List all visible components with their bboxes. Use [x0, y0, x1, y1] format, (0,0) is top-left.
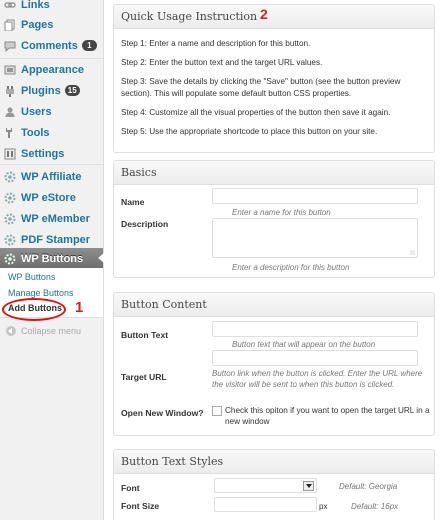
menu-pages-label: Pages	[21, 18, 54, 31]
name-input[interactable]	[212, 188, 418, 204]
description-textarea[interactable]	[212, 218, 418, 258]
menu-comments-label: Comments	[21, 39, 78, 52]
collapse-arrow-icon	[6, 326, 16, 336]
annotation-ellipse	[2, 298, 66, 321]
font-select[interactable]	[214, 478, 317, 493]
menu-wp-emember[interactable]: WP eMember	[0, 208, 103, 229]
quick-usage-panel: Quick Usage Instruction Step 1: Enter a …	[113, 4, 435, 153]
menu-appearance-label: Appearance	[21, 63, 84, 76]
font-size-unit: px	[319, 502, 328, 511]
annotation-marker-1: 1	[75, 299, 84, 316]
menu-wp-estore[interactable]: WP eStore	[0, 187, 103, 208]
menu-appearance[interactable]: Appearance	[0, 59, 103, 80]
font-label: Font	[121, 483, 140, 493]
menu-wp-affiliate-label: WP Affiliate	[21, 170, 82, 183]
plugin-gear-icon	[4, 192, 16, 204]
menu-pages[interactable]: Pages	[0, 14, 103, 35]
comments-icon	[4, 40, 16, 52]
submenu-wp-buttons[interactable]: WP Buttons	[8, 272, 55, 282]
instruction-step: Step 1: Enter a name and description for…	[121, 39, 311, 48]
menu-wp-emember-label: WP eMember	[21, 212, 90, 225]
font-size-default-hint: Default: 16px	[351, 502, 399, 511]
target-url-label: Target URL	[121, 372, 167, 382]
button-text-styles-header: Button Text Styles	[114, 450, 434, 474]
submenu-manage-buttons[interactable]: Manage Buttons	[8, 288, 74, 298]
name-label: Name	[121, 197, 145, 207]
button-text-styles-panel: Button Text Styles Font Default: Georgia…	[113, 449, 435, 520]
name-hint: Enter a name for this button	[232, 208, 331, 217]
target-url-hint: Button link when the button is clicked. …	[212, 369, 423, 389]
description-hint: Enter a description for this button	[232, 263, 350, 272]
instruction-step: Step 2: Enter the button text and the ta…	[121, 58, 323, 67]
plugin-gear-icon	[4, 234, 16, 246]
annotation-marker-2: 2	[260, 6, 268, 22]
menu-wp-estore-label: WP eStore	[21, 191, 76, 204]
collapse-menu-button[interactable]: Collapse menu	[6, 326, 81, 336]
appearance-icon	[4, 64, 16, 76]
menu-pdf-stamper-label: PDF Stamper	[21, 233, 91, 246]
basics-title: Basics	[121, 166, 157, 179]
plugin-gear-icon	[4, 253, 16, 265]
button-text-hint: Button text that will appear on the butt…	[232, 340, 376, 349]
menu-wp-buttons-label: WP Buttons	[21, 252, 84, 265]
menu-plugins-label: Plugins	[21, 84, 61, 97]
instruction-step: Step 4: Customize all the visual propert…	[121, 108, 391, 117]
pages-icon	[4, 19, 16, 31]
resize-handle-icon[interactable]	[410, 250, 415, 255]
instruction-step: Step 3: Save the details by clicking the…	[121, 77, 401, 98]
open-new-window-checkbox[interactable]	[212, 406, 222, 416]
open-new-window-text: Check this opiton if you want to open th…	[225, 406, 430, 426]
menu-settings[interactable]: Settings	[0, 143, 103, 164]
button-content-header: Button Content	[114, 293, 434, 317]
plugins-icon	[4, 85, 16, 97]
menu-tools-label: Tools	[21, 126, 50, 139]
instruction-step: Step 5: Use the appropriate shortcode to…	[121, 127, 378, 136]
basics-panel: Basics Name Enter a name for this button…	[113, 160, 435, 278]
active-menu-arrow-icon	[98, 253, 104, 263]
button-content-title: Button Content	[121, 298, 207, 311]
button-text-styles-title: Button Text Styles	[121, 455, 224, 468]
quick-usage-title: Quick Usage Instruction	[121, 10, 258, 23]
settings-icon	[4, 148, 16, 160]
menu-comments[interactable]: Comments 1	[0, 35, 103, 56]
menu-links[interactable]: Links	[0, 0, 103, 15]
plugin-gear-icon	[4, 213, 16, 225]
font-default-hint: Default: Georgia	[339, 482, 398, 491]
plugins-update-badge: 15	[64, 85, 80, 96]
menu-pdf-stamper[interactable]: PDF Stamper	[0, 229, 103, 250]
menu-wp-affiliate[interactable]: WP Affiliate	[0, 166, 103, 187]
font-size-label: Font Size	[121, 501, 160, 511]
menu-tools[interactable]: Tools	[0, 122, 103, 143]
description-label: Description	[121, 219, 169, 229]
button-content-panel: Button Content Button Text Button text t…	[113, 292, 435, 436]
collapse-menu-label: Collapse menu	[21, 326, 82, 336]
quick-usage-header: Quick Usage Instruction	[114, 5, 434, 29]
basics-header: Basics	[114, 161, 434, 185]
menu-users-label: Users	[21, 105, 52, 118]
plugin-gear-icon	[4, 171, 16, 183]
menu-wp-buttons[interactable]: WP Buttons	[0, 248, 104, 269]
tools-icon	[4, 127, 16, 139]
admin-sidebar: Links Pages Comments 1 Appearance Plugin…	[0, 0, 104, 520]
menu-users[interactable]: Users	[0, 101, 103, 122]
menu-plugins[interactable]: Plugins 15	[0, 80, 103, 101]
menu-separator	[0, 164, 103, 165]
font-size-input[interactable]	[214, 497, 317, 512]
menu-links-label: Links	[21, 0, 50, 11]
comments-count-badge: 1	[81, 40, 97, 51]
links-icon	[4, 0, 16, 11]
open-new-window-label: Open New Window?	[121, 408, 204, 418]
target-url-input[interactable]	[212, 350, 418, 366]
button-text-input[interactable]	[212, 321, 418, 337]
button-text-label: Button Text	[121, 330, 169, 340]
chevron-down-icon[interactable]	[303, 481, 314, 491]
menu-settings-label: Settings	[21, 147, 65, 160]
users-icon	[4, 106, 16, 118]
